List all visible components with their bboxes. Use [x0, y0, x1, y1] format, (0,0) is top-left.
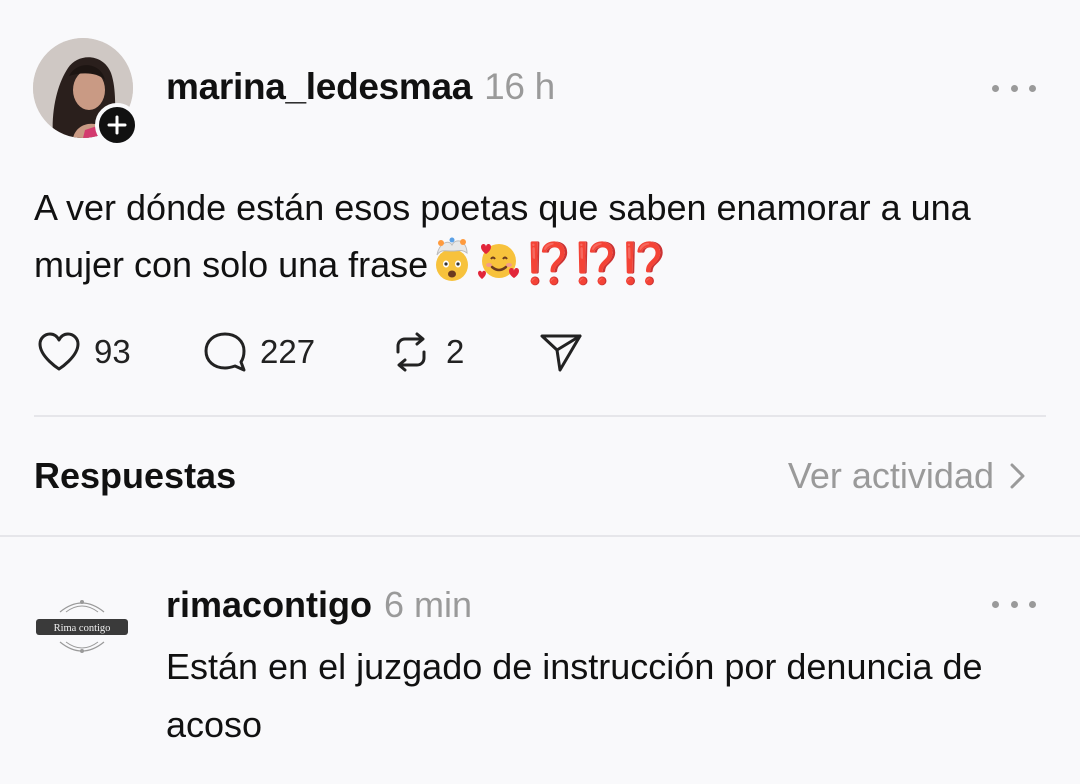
reply-avatar[interactable]: Rima contigo [30, 584, 134, 668]
reply-button[interactable]: 227 [202, 330, 315, 374]
exclamation-question-marks: ⁉️⁉️⁉️ [524, 242, 669, 286]
section-title: Respuestas [34, 455, 237, 496]
timestamp: 16 h [484, 66, 555, 107]
view-activity-label: Ver actividad [787, 455, 994, 496]
more-options-icon[interactable] [992, 78, 1036, 98]
reply-count: 227 [260, 333, 316, 370]
divider [34, 415, 1046, 417]
reply-more-options-icon[interactable] [992, 594, 1036, 614]
username[interactable]: marina_ledesmaa [166, 66, 472, 107]
post-text-container: A ver dónde están esos poetas que saben … [34, 180, 1034, 293]
reply-timestamp: 6 min [384, 584, 473, 625]
send-icon [540, 334, 582, 372]
repost-button[interactable]: 2 [388, 330, 464, 374]
chevron-right-icon [1010, 463, 1025, 489]
reply-avatar-text: Rima contigo [54, 623, 111, 634]
view-activity-link[interactable]: Ver actividad [788, 455, 1032, 497]
rima-contigo-logo: Rima contigo [36, 600, 128, 653]
like-count: 93 [94, 333, 131, 370]
smiling-face-with-hearts-emoji [478, 244, 520, 279]
comment-icon [204, 332, 246, 372]
plus-icon [107, 115, 127, 135]
divider [0, 535, 1080, 537]
repost-count: 2 [446, 333, 465, 370]
reply-header: rimacontigo 6 min [166, 584, 472, 626]
exploding-head-emoji [436, 237, 469, 281]
like-button[interactable]: 93 [36, 330, 131, 374]
repost-icon [396, 332, 426, 372]
reply-text: Están en el juzgado de instrucción por d… [166, 646, 983, 745]
post-header: marina_ledesmaa 16 h [166, 66, 555, 108]
share-button[interactable] [538, 330, 584, 374]
heart-icon [38, 332, 80, 371]
reply-username[interactable]: rimacontigo [166, 584, 372, 625]
follow-button[interactable] [95, 103, 139, 147]
